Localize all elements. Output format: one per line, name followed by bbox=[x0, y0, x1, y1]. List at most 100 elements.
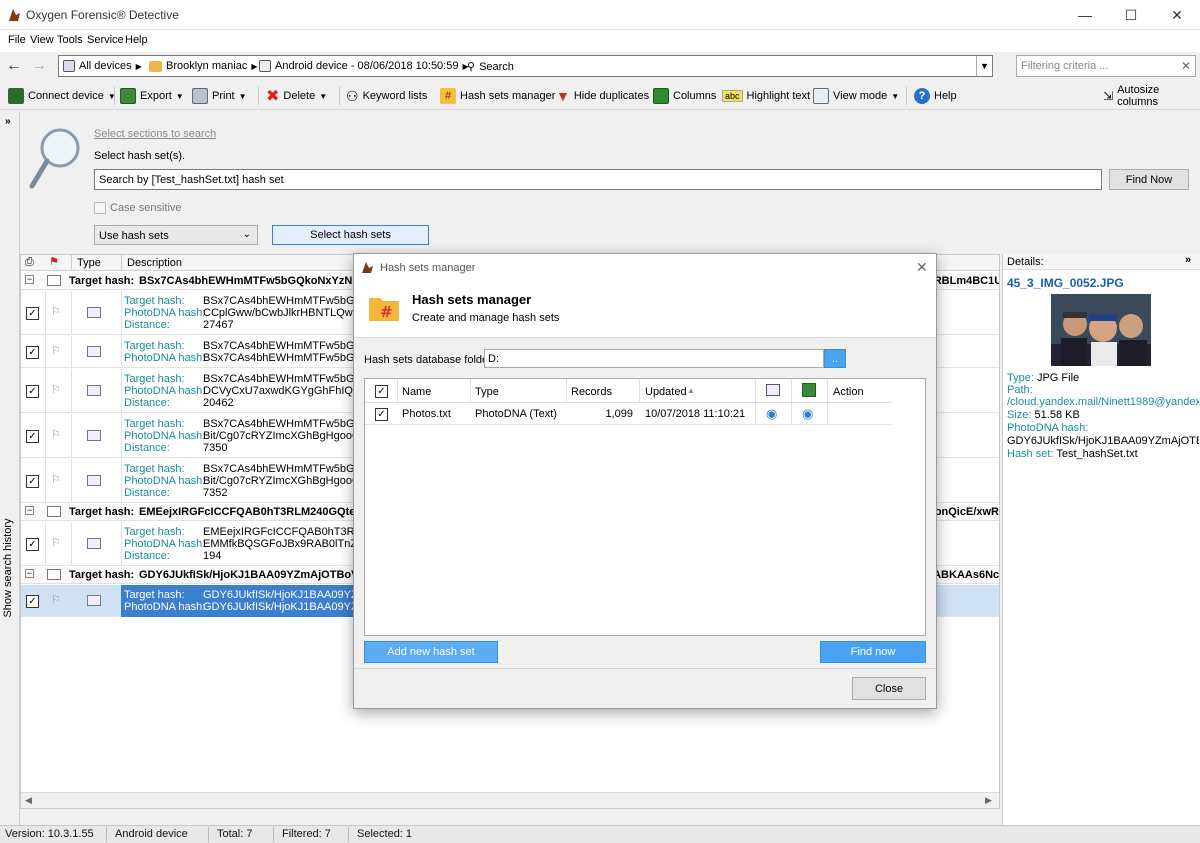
flag-icon[interactable]: ⚐ bbox=[51, 428, 61, 441]
flag-icon[interactable]: ⚐ bbox=[51, 536, 61, 549]
keyword-lists-button[interactable]: ⚇ Keyword lists bbox=[346, 87, 427, 105]
photo-thumbnail[interactable] bbox=[1051, 294, 1151, 366]
flag-icon[interactable]: ⚐ bbox=[51, 383, 61, 396]
flag-icon[interactable]: ⚐ bbox=[51, 593, 61, 606]
forward-arrow-icon[interactable]: → bbox=[31, 57, 47, 75]
row-checkbox[interactable]: ✓ bbox=[26, 595, 39, 608]
col-divider bbox=[71, 291, 72, 335]
search-history-sidebar[interactable]: » Show search history bbox=[0, 112, 20, 825]
find-now-button[interactable]: Find Now bbox=[1109, 169, 1189, 190]
view-mode-button[interactable]: View mode ▼ bbox=[813, 87, 899, 105]
delete-button[interactable]: ✖ Delete ▼ bbox=[266, 87, 327, 105]
row-checkbox[interactable]: ✓ bbox=[26, 346, 39, 359]
filter-input[interactable]: Filtering criteria ... ✕ bbox=[1016, 55, 1196, 77]
col-type[interactable]: Type bbox=[475, 386, 499, 398]
add-new-hash-set-button[interactable]: Add new hash set bbox=[364, 641, 498, 663]
path-value[interactable]: /cloud.yandex.mail/Ninett1989@yandex... bbox=[1007, 396, 1199, 408]
back-arrow-icon[interactable]: ← bbox=[6, 57, 22, 75]
flag-column-icon[interactable]: ⚑ bbox=[49, 255, 59, 268]
autosize-columns-button[interactable]: ⇲ Autosize columns bbox=[1103, 84, 1200, 108]
find-now-dialog-button[interactable]: Find now bbox=[820, 641, 926, 663]
search-query-input[interactable]: Search by [Test_hashSet.txt] hash set bbox=[94, 169, 1102, 190]
row-checkbox[interactable]: ✓ bbox=[26, 307, 39, 320]
col-name[interactable]: Name bbox=[402, 386, 431, 398]
table-row[interactable]: ✓ Photos.txt PhotoDNA (Text) 1,099 10/07… bbox=[365, 403, 892, 425]
dialog-title: Hash sets manager bbox=[380, 262, 476, 274]
connect-device-button[interactable]: Connect device ▼ bbox=[8, 87, 116, 105]
collapse-chevron-icon[interactable]: » bbox=[1185, 254, 1191, 266]
group-hash: GDY6JUkfISk/HjoKJ1BAA09YZmAjOTBoV1 bbox=[139, 569, 359, 581]
row-checkbox[interactable]: ✓ bbox=[26, 475, 39, 488]
col-records[interactable]: Records bbox=[571, 386, 612, 398]
export-button[interactable]: Export ▼ bbox=[120, 87, 184, 105]
menu-view[interactable]: View bbox=[30, 34, 54, 46]
close-button[interactable]: Close bbox=[852, 677, 926, 700]
col-updated[interactable]: Updated bbox=[645, 386, 687, 398]
select-all-checkbox[interactable]: ✓ bbox=[375, 385, 388, 398]
scroll-left-icon[interactable]: ◀ bbox=[25, 795, 32, 806]
crumb-all-devices[interactable]: All devices ▶ bbox=[63, 60, 142, 72]
row-checkbox[interactable]: ✓ bbox=[375, 408, 388, 421]
photodna-value: Bit/Cg07cRYZImcXGhBgHgooOhg2 bbox=[203, 475, 353, 487]
select-sections-link[interactable]: Select sections to search bbox=[94, 128, 216, 140]
crumb-case[interactable]: Brooklyn maniac ▶ bbox=[149, 60, 257, 72]
select-hash-sets-button[interactable]: Select hash sets bbox=[272, 225, 429, 245]
close-window-button[interactable]: ✕ bbox=[1154, 0, 1200, 30]
hashset-label: Hash set: bbox=[1007, 448, 1054, 460]
photodna-label: PhotoDNA hash: bbox=[124, 601, 206, 613]
print-button[interactable]: Print ▼ bbox=[192, 87, 247, 105]
target-hash-label: Target hash: bbox=[124, 373, 185, 385]
clear-icon[interactable]: ✕ bbox=[1181, 59, 1191, 73]
row-checkbox[interactable]: ✓ bbox=[26, 538, 39, 551]
col-description[interactable]: Description bbox=[127, 257, 182, 269]
photodna-label: PhotoDNA hash: bbox=[1007, 422, 1089, 434]
show-search-history-label[interactable]: Show search history bbox=[2, 508, 14, 628]
view-eye-icon[interactable]: ◉ bbox=[766, 406, 777, 422]
export-eye-icon[interactable]: ◉ bbox=[802, 406, 813, 422]
collapse-icon[interactable]: − bbox=[25, 506, 34, 515]
menu-service[interactable]: Service bbox=[87, 34, 124, 46]
collapse-icon[interactable]: − bbox=[25, 569, 34, 578]
flag-icon[interactable]: ⚐ bbox=[51, 344, 61, 357]
maximize-button[interactable]: ☐ bbox=[1108, 0, 1154, 30]
columns-icon bbox=[653, 88, 669, 104]
search-mode-select[interactable]: Use hash sets ⌄ bbox=[94, 225, 258, 245]
help-button[interactable]: ? Help bbox=[914, 87, 957, 105]
collapse-icon[interactable]: − bbox=[25, 275, 34, 284]
minimize-button[interactable]: — bbox=[1062, 0, 1108, 30]
col-type[interactable]: Type bbox=[77, 257, 101, 269]
row-checkbox[interactable]: ✓ bbox=[26, 430, 39, 443]
size-value: 51.58 KB bbox=[1034, 409, 1080, 421]
hash-sets-manager-button[interactable]: # Hash sets manager bbox=[440, 87, 555, 105]
case-sensitive-checkbox[interactable]: Case sensitive bbox=[94, 202, 182, 214]
distance-value: 27467 bbox=[203, 319, 234, 331]
highlight-text-button[interactable]: abc Highlight text bbox=[722, 87, 810, 105]
row-updated: 10/07/2018 11:10:21 bbox=[645, 408, 746, 420]
menu-file[interactable]: File bbox=[8, 34, 26, 46]
row-checkbox[interactable]: ✓ bbox=[26, 385, 39, 398]
breadcrumb-dropdown-icon[interactable]: ▼ bbox=[976, 56, 992, 76]
binoculars-icon: ⚇ bbox=[346, 87, 359, 104]
target-hash-label: Target hash: bbox=[124, 463, 185, 475]
columns-button[interactable]: Columns bbox=[653, 87, 716, 105]
dialog-subheading: Create and manage hash sets bbox=[412, 312, 560, 324]
magnifier-icon bbox=[29, 128, 80, 189]
hide-duplicates-button[interactable]: ▼ Hide duplicates bbox=[556, 87, 649, 105]
print-column-icon[interactable]: ⎙ bbox=[25, 256, 34, 269]
flag-icon[interactable]: ⚐ bbox=[51, 473, 61, 486]
scroll-right-icon[interactable]: ▶ bbox=[985, 795, 992, 806]
browse-folder-button[interactable]: .. bbox=[824, 349, 846, 368]
export-icon bbox=[120, 88, 136, 104]
col-divider bbox=[71, 369, 72, 413]
status-version: Version: 10.3.1.55 bbox=[5, 828, 94, 840]
image-type-icon bbox=[87, 346, 101, 357]
dialog-close-icon[interactable]: ✕ bbox=[916, 259, 928, 276]
crumb-device[interactable]: Android device - 08/06/2018 10:50:59 ▶ bbox=[259, 60, 469, 72]
crumb-search[interactable]: ⚲ Search bbox=[467, 60, 514, 74]
menu-help[interactable]: Help bbox=[125, 34, 148, 46]
menu-tools[interactable]: Tools bbox=[57, 34, 83, 46]
flag-icon[interactable]: ⚐ bbox=[51, 305, 61, 318]
expand-chevron-icon[interactable]: » bbox=[5, 116, 11, 127]
horizontal-scrollbar[interactable]: ◀ ▶ bbox=[21, 792, 999, 808]
folder-input[interactable]: D: bbox=[484, 349, 824, 368]
